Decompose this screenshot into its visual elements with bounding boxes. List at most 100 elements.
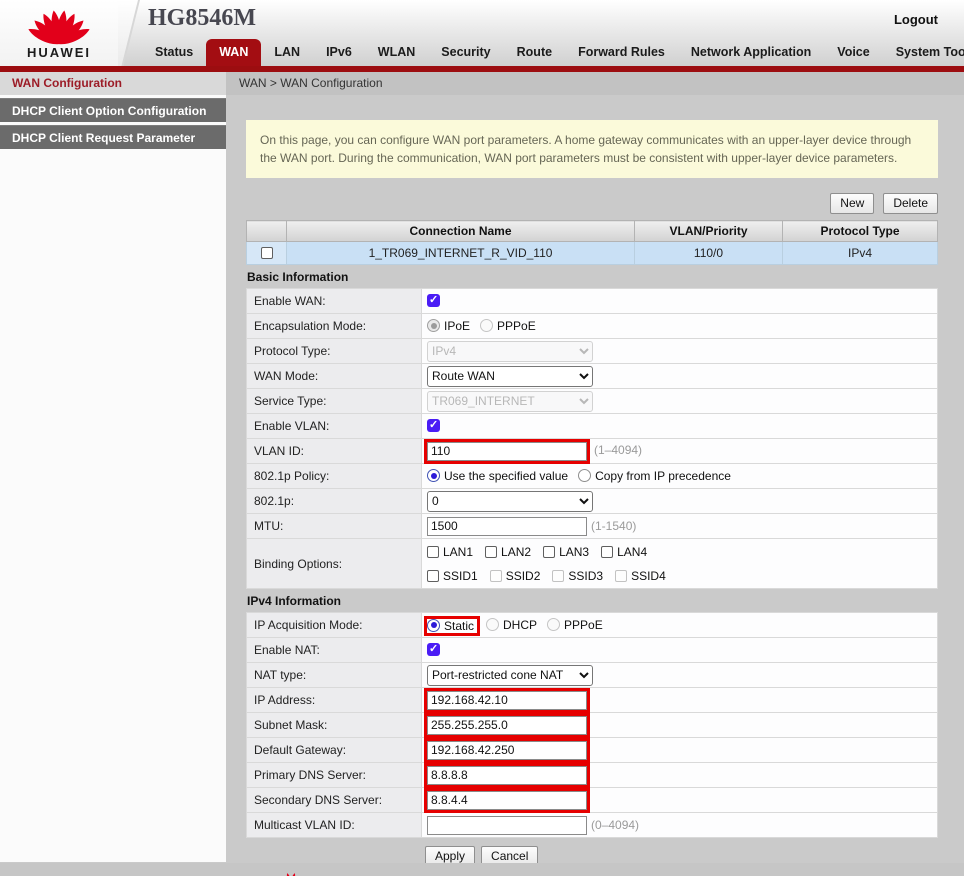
subnet-mask-input[interactable] [427,716,587,735]
pppoe-radio[interactable] [480,319,493,332]
multicast-vlan-id-hint: (0–4094) [591,818,639,832]
ipoe-radio[interactable] [427,319,440,332]
header: HUAWEI HG8546M Logout Status WAN LAN IPv… [0,0,964,72]
content-area: WAN > WAN Configuration On this page, yo… [226,72,964,862]
wan-mode-select[interactable]: Route WAN [427,366,593,387]
pppoe-mode-radio[interactable] [547,618,560,631]
vlan-id-input[interactable] [427,442,587,461]
delete-button[interactable]: Delete [883,193,938,214]
enable-wan-checkbox[interactable] [427,294,440,307]
section-ipv4-information: IPv4 Information [246,589,938,612]
mtu-input[interactable] [427,517,587,536]
nat-type-label: NAT type: [247,663,422,688]
col-header-select [247,221,287,242]
ssid3-checkbox-label: SSID3 [568,569,603,583]
ip-address-label: IP Address: [247,688,422,713]
lan4-checkbox-label: LAN4 [617,545,647,559]
enable-wan-label: Enable WAN: [247,289,422,314]
multicast-vlan-id-input[interactable] [427,816,587,835]
connection-table: Connection Name VLAN/Priority Protocol T… [246,220,938,265]
dhcp-radio[interactable] [486,618,499,631]
secondary-dns-input[interactable] [427,791,587,810]
ssid4-checkbox-label: SSID4 [631,569,666,583]
footer-strip [0,863,964,876]
col-header-protocol-type: Protocol Type [783,221,938,242]
8021p-policy-label: 802.1p Policy: [247,464,422,489]
col-header-vlan-priority: VLAN/Priority [635,221,783,242]
secondary-dns-highlight-box [424,788,590,813]
ssid2-checkbox-label: SSID2 [506,569,541,583]
static-radio-highlight-box: Static [424,616,480,636]
sidebar: WAN Configuration DHCP Client Option Con… [0,72,226,862]
logout-link[interactable]: Logout [894,12,938,27]
ip-address-input[interactable] [427,691,587,710]
tab-route[interactable]: Route [504,39,565,66]
col-header-connection-name: Connection Name [287,221,635,242]
ssid2-checkbox[interactable] [490,570,502,582]
tab-wlan[interactable]: WLAN [365,39,429,66]
ssid4-checkbox[interactable] [615,570,627,582]
use-specified-value-radio-label: Use the specified value [444,469,568,483]
default-gateway-input[interactable] [427,741,587,760]
nav-red-bar [0,66,964,72]
pppoe-mode-radio-label: PPPoE [564,618,603,632]
wan-mode-label: WAN Mode: [247,364,422,389]
ipv4-information-form: IP Acquisition Mode: StaticDHCPPPPoE Ena… [246,612,938,838]
basic-information-form: Enable WAN: Encapsulation Mode: IPoEPPPo… [246,288,938,589]
vlan-id-highlight-box [424,439,590,464]
tab-ipv6[interactable]: IPv6 [313,39,365,66]
binding-options-label: Binding Options: [247,539,422,589]
lan1-checkbox-label: LAN1 [443,545,473,559]
tab-status[interactable]: Status [142,39,206,66]
secondary-dns-label: Secondary DNS Server: [247,788,422,813]
8021p-select[interactable]: 0 [427,491,593,512]
ssid1-checkbox[interactable] [427,570,439,582]
subnet-mask-highlight-box [424,713,590,738]
ip-acquisition-mode-label: IP Acquisition Mode: [247,613,422,638]
service-type-label: Service Type: [247,389,422,414]
ssid3-checkbox[interactable] [552,570,564,582]
default-gateway-label: Default Gateway: [247,738,422,763]
primary-dns-label: Primary DNS Server: [247,763,422,788]
protocol-type-select[interactable]: IPv4 [427,341,593,362]
connection-row-checkbox[interactable] [261,247,273,259]
dhcp-radio-label: DHCP [503,618,537,632]
nat-type-select[interactable]: Port-restricted cone NAT [427,665,593,686]
tab-security[interactable]: Security [428,39,503,66]
main-nav: Status WAN LAN IPv6 WLAN Security Route … [142,39,964,66]
primary-dns-input[interactable] [427,766,587,785]
mtu-label: MTU: [247,514,422,539]
section-basic-information: Basic Information [246,265,938,288]
vlan-id-hint: (1–4094) [594,443,642,457]
protocol-type-label: Protocol Type: [247,339,422,364]
static-radio-label: Static [444,619,474,633]
enable-nat-checkbox[interactable] [427,643,440,656]
table-row[interactable]: 1_TR069_INTERNET_R_VID_110 110/0 IPv4 [247,242,938,265]
use-specified-value-radio[interactable] [427,469,440,482]
ipoe-radio-label: IPoE [444,319,470,333]
lan2-checkbox[interactable] [485,546,497,558]
lan1-checkbox[interactable] [427,546,439,558]
tab-network-application[interactable]: Network Application [678,39,824,66]
copy-from-ip-precedence-radio[interactable] [578,469,591,482]
new-button[interactable]: New [830,193,874,214]
encapsulation-mode-label: Encapsulation Mode: [247,314,422,339]
static-radio[interactable] [427,619,440,632]
service-type-select[interactable]: TR069_INTERNET [427,391,593,412]
lan3-checkbox[interactable] [543,546,555,558]
tab-voice[interactable]: Voice [824,39,882,66]
8021p-label: 802.1p: [247,489,422,514]
multicast-vlan-id-label: Multicast VLAN ID: [247,813,422,838]
tab-forward-rules[interactable]: Forward Rules [565,39,678,66]
mtu-hint: (1-1540) [591,519,636,533]
sidebar-item-dhcp-client-option-configuration[interactable]: DHCP Client Option Configuration [0,98,226,122]
sidebar-item-wan-configuration[interactable]: WAN Configuration [0,72,226,95]
tab-wan[interactable]: WAN [206,39,261,66]
sidebar-item-dhcp-client-request-parameter[interactable]: DHCP Client Request Parameter [0,125,226,149]
connection-protocol-cell: IPv4 [783,242,938,265]
lan4-checkbox[interactable] [601,546,613,558]
enable-vlan-checkbox[interactable] [427,419,440,432]
tab-lan[interactable]: LAN [261,39,313,66]
tab-system-tools[interactable]: System Tools [883,39,964,66]
vlan-id-label: VLAN ID: [247,439,422,464]
